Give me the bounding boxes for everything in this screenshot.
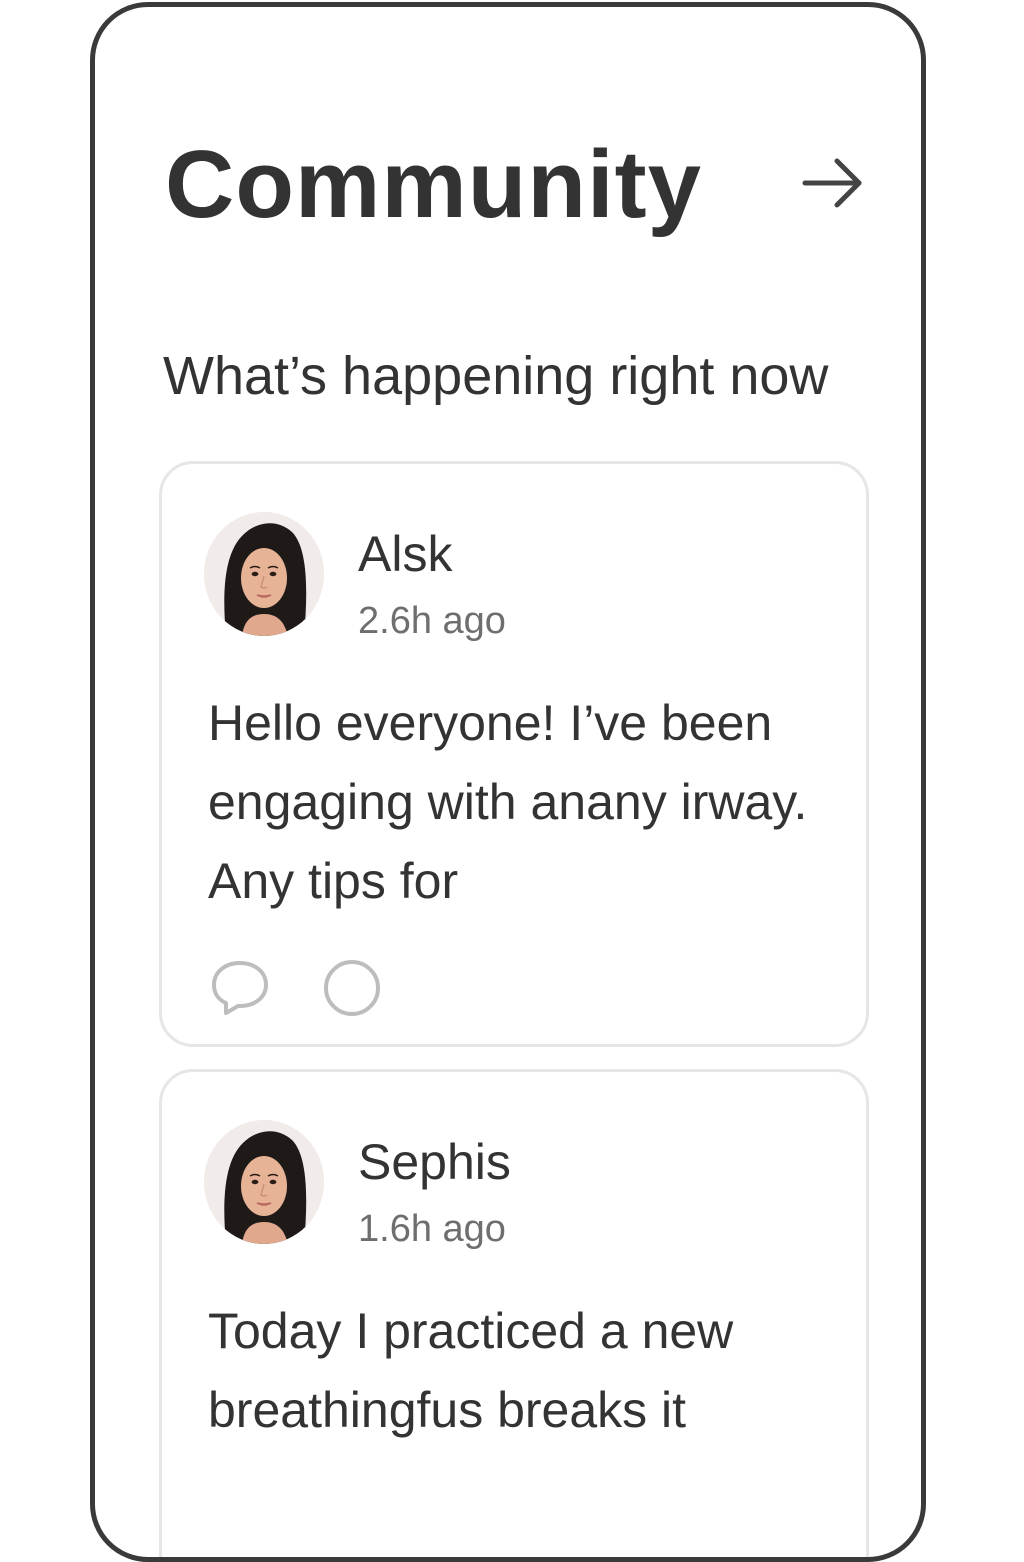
post-card[interactable]: Sephis 1.6h ago Today I practiced a new …: [159, 1069, 869, 1557]
author-name[interactable]: Sephis: [358, 1132, 511, 1192]
post-actions: [210, 958, 410, 1018]
post-body: Hello everyone! I’ve been engaging with …: [208, 695, 808, 909]
post-body: Today I practiced a new breathingfus bre…: [208, 1303, 734, 1438]
post-timestamp: 1.6h ago: [358, 1208, 506, 1250]
author-name[interactable]: Alsk: [358, 524, 452, 584]
user-avatar[interactable]: [204, 1120, 324, 1244]
user-avatar[interactable]: [204, 512, 324, 636]
post-card[interactable]: Alsk 2.6h ago Hello everyone! I’ve been …: [159, 461, 869, 1047]
page-title: Community: [165, 131, 702, 238]
arrow-right-icon[interactable]: [799, 153, 869, 213]
post-timestamp: 2.6h ago: [358, 600, 506, 642]
section-heading: What’s happening right now: [163, 346, 829, 406]
comment-icon[interactable]: [210, 958, 270, 1018]
circle-icon[interactable]: [322, 958, 382, 1018]
phone-frame: Community What’s happening right now Als…: [90, 2, 926, 1562]
header: Community: [165, 125, 865, 245]
